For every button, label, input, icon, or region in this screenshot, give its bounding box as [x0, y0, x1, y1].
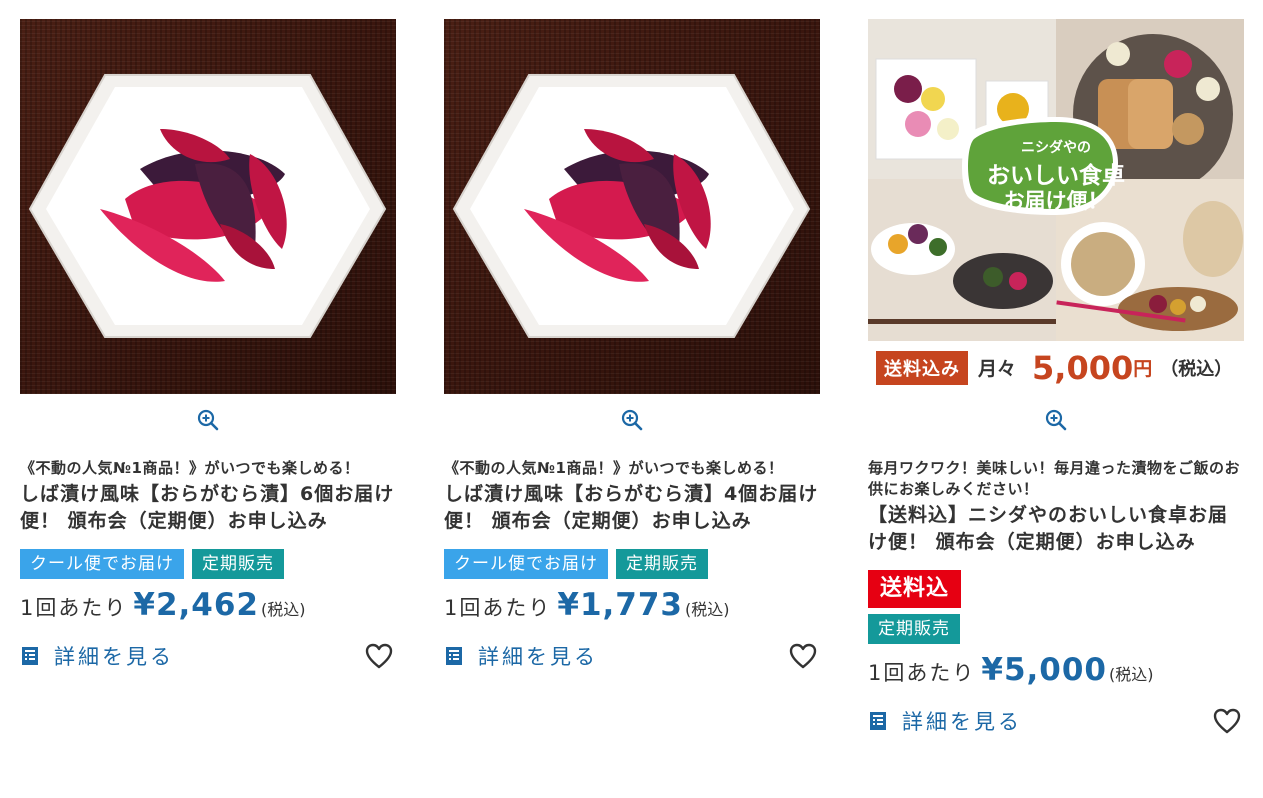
image-badge-line3: お届け便！	[1003, 189, 1109, 213]
image-badge-line1: ニシダやの	[1021, 140, 1091, 156]
heart-icon[interactable]	[1212, 706, 1242, 736]
product-catchcopy: 《不動の人気№1商品！》がいつでも楽しめる！	[444, 459, 784, 477]
product-name[interactable]: しば漬け風味【おらがむら漬】4個お届け便！ 頒布会（定期便）お申し込み	[444, 481, 820, 535]
zoom-in-icon[interactable]	[196, 408, 220, 432]
product-image[interactable]	[444, 19, 820, 394]
price-tax-note: (税込)	[685, 600, 730, 619]
zoom-in-icon[interactable]	[1044, 408, 1068, 432]
detail-link-label: 詳細を見る	[54, 645, 174, 669]
price-amount: ¥2,462	[133, 587, 260, 623]
zoom-in-icon[interactable]	[620, 408, 644, 432]
image-banner-monthly: 月々	[978, 358, 1017, 380]
tag-subscription: 定期販売	[192, 549, 284, 579]
image-banner-tax: （税込）	[1160, 358, 1233, 380]
detail-document-icon	[22, 647, 38, 665]
price-prefix: 1回あたり	[868, 661, 976, 685]
product-name[interactable]: しば漬け風味【おらがむら漬】6個お届け便！ 頒布会（定期便）お申し込み	[20, 481, 396, 535]
heart-icon[interactable]	[364, 641, 394, 671]
image-banner-amount: 5,000	[1032, 348, 1134, 387]
tag-free-shipping: 送料込	[868, 570, 962, 608]
price-amount: ¥1,773	[557, 587, 684, 623]
price-amount: ¥5,000	[981, 652, 1108, 688]
detail-link[interactable]: 詳細を見る	[444, 641, 598, 671]
detail-link[interactable]: 詳細を見る	[20, 641, 174, 671]
product-image[interactable]: ニシダやの おいしい食卓 お届け便！ 送料込み 月々 5,000 円 （税込）	[868, 19, 1244, 394]
product-price: 1回あたり ¥1,773 (税込)	[444, 587, 820, 623]
product-grid: 《不動の人気№1商品！》がいつでも楽しめる！ しば漬け風味【おらがむら漬】6個お…	[0, 0, 1263, 798]
product-name[interactable]: 【送料込】ニシダやのおいしい食卓お届け便！ 頒布会（定期便）お申し込み	[868, 502, 1244, 556]
price-tax-note: (税込)	[1109, 665, 1154, 684]
tag-subscription: 定期販売	[616, 549, 708, 579]
product-card: 《不動の人気№1商品！》がいつでも楽しめる！ しば漬け風味【おらがむら漬】4個お…	[444, 19, 820, 671]
image-banner: 送料込み 月々 5,000 円 （税込）	[868, 341, 1244, 394]
tag-subscription: 定期販売	[868, 614, 960, 644]
card-actions: 詳細を見る	[444, 641, 820, 671]
product-catchcopy: 《不動の人気№1商品！》がいつでも楽しめる！	[20, 459, 360, 477]
detail-link-label: 詳細を見る	[478, 645, 598, 669]
product-tags: 送料込 定期販売	[868, 570, 1244, 644]
price-tax-note: (税込)	[261, 600, 306, 619]
product-image[interactable]	[20, 19, 396, 394]
image-banner-yen: 円	[1133, 358, 1153, 380]
product-card: 《不動の人気№1商品！》がいつでも楽しめる！ しば漬け風味【おらがむら漬】6個お…	[20, 19, 396, 671]
product-price: 1回あたり ¥5,000 (税込)	[868, 652, 1244, 688]
image-banner-shipping-pill: 送料込み	[876, 350, 968, 385]
product-card: ニシダやの おいしい食卓 お届け便！ 送料込み 月々 5,000 円 （税込） …	[868, 19, 1244, 736]
product-tags: クール便でお届け 定期販売	[444, 549, 820, 579]
tag-cool-delivery: クール便でお届け	[444, 549, 608, 579]
product-price: 1回あたり ¥2,462 (税込)	[20, 587, 396, 623]
heart-icon[interactable]	[788, 641, 818, 671]
card-actions: 詳細を見る	[868, 706, 1244, 736]
price-prefix: 1回あたり	[444, 596, 552, 620]
product-catchcopy: 毎月ワクワク！美味しい！毎月違った漬物をご飯のお供にお楽しみください！	[868, 459, 1241, 498]
detail-link[interactable]: 詳細を見る	[868, 706, 1022, 736]
product-tags: クール便でお届け 定期販売	[20, 549, 396, 579]
detail-link-label: 詳細を見る	[902, 710, 1022, 734]
tag-cool-delivery: クール便でお届け	[20, 549, 184, 579]
price-prefix: 1回あたり	[20, 596, 128, 620]
detail-document-icon	[446, 647, 462, 665]
card-actions: 詳細を見る	[20, 641, 396, 671]
detail-document-icon	[870, 712, 886, 730]
